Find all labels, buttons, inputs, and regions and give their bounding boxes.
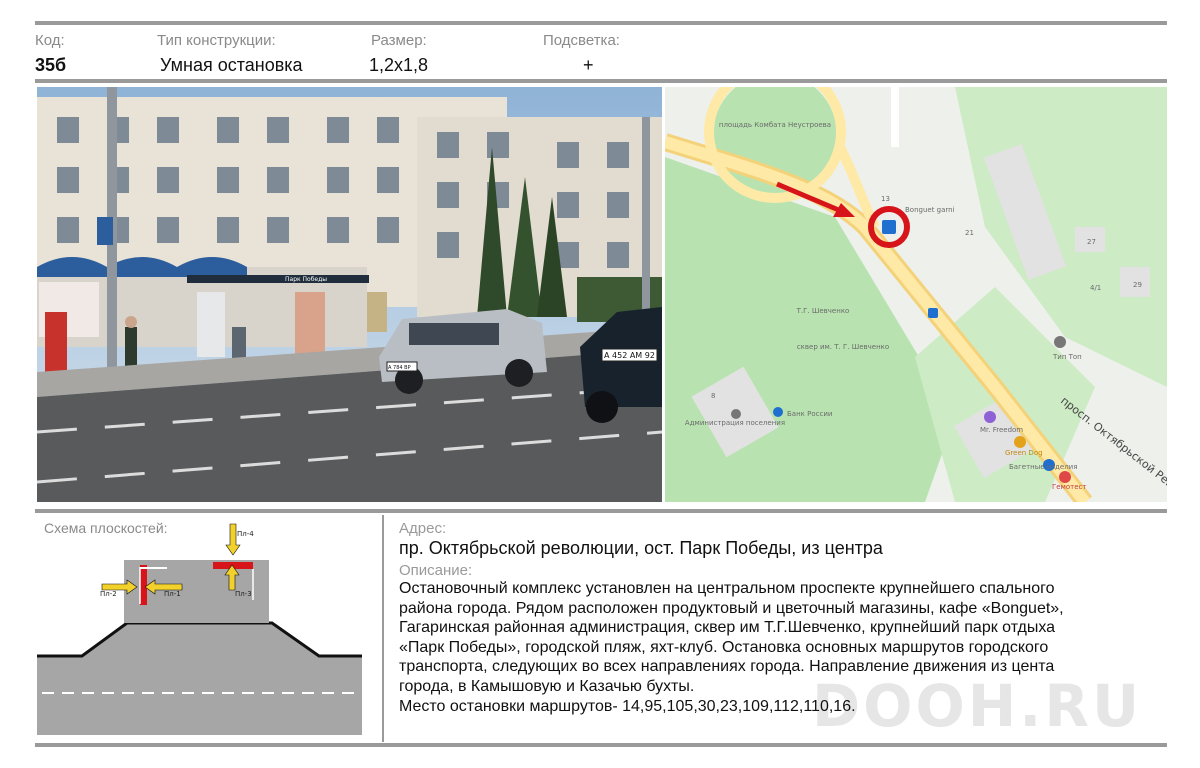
map-label-n8: 8 [711,392,715,400]
map-label-tiptop: Тип Топ [1052,353,1082,361]
type-label: Тип конструкции: [157,32,276,49]
map-label-n41: 4/1 [1090,284,1101,292]
map-label-n27: 27 [1087,238,1096,246]
map-label-freedom: Mr. Freedom [980,426,1023,434]
map-label-n21: 21 [965,229,974,237]
size-value: 1,2х1,8 [369,55,429,75]
bus-stop-sign: Парк Победы [285,276,327,283]
light-value: + [583,55,594,75]
map-label-shevchenko: Т.Г. Шевченко [796,307,850,315]
description-line: транспорта, следующих во всех направлени… [399,658,1055,676]
map-label-park: сквер им. Т. Г. Шевченко [797,343,889,351]
map-label-bonguet: Bonguet garni [905,206,955,214]
map-label-n13: 13 [881,195,890,203]
scheme-title: Схема плоскостей: [44,520,168,536]
description-line: города, в Камышовую и Казачью бухты. [399,677,695,695]
car-plate-right: А 452 АМ 92 [604,351,655,360]
plane-3-label: Пл-3 [235,590,252,598]
light-label: Подсветка: [543,32,620,49]
top-border [35,21,1167,25]
plane-2-label: Пл-2 [100,590,117,598]
description-line: Место остановки маршрутов- 14,95,105,30,… [399,697,856,715]
planes-scheme: Пл-1 Пл-2 Пл-3 Пл-4 [37,520,367,740]
code-value: 35б [35,55,67,75]
size-label: Размер: [371,32,427,49]
plane-1-label: Пл-1 [164,590,181,598]
code-label: Код: [35,32,65,49]
location-map: площадь Комбата Неустроева Т.Г. Шевченко… [665,87,1167,502]
vertical-divider [382,515,384,742]
description-line: Остановочный комплекс установлен на цент… [399,580,1055,597]
map-label-bank: Банк России [787,410,832,418]
bottom-border [35,743,1167,747]
car-plate-left: А 784 ВР [388,365,411,371]
planes-scheme-diagram: Пл-1 Пл-2 Пл-3 Пл-4 [37,523,362,735]
map-label-square: площадь Комбата Неустроева [719,121,831,129]
description-line: Гагаринская районная администрация, скве… [399,619,1056,637]
plane-4-label: Пл-4 [237,530,254,538]
map-label-bagel: Багетные изделия [1009,463,1077,471]
address-label: Адрес: [399,520,447,537]
map-label-greendog: Green Dog [1005,449,1043,457]
header-divider [35,79,1167,83]
street-photo-illustration: А 452 АМ 92 А 784 ВР Парк Победы [37,87,662,502]
map-label-admin: Администрация поселения [685,419,785,427]
type-value: Умная остановка [160,55,303,75]
middle-divider [35,509,1167,513]
map-label-gemotest: Гемотест [1052,483,1086,491]
description-line: района города. Рядом расположен продукто… [399,599,1064,617]
street-photo: А 452 АМ 92 А 784 ВР Парк Победы [37,87,662,502]
description-label: Описание: [399,562,473,579]
map-illustration: площадь Комбата Неустроева Т.Г. Шевченко… [665,87,1167,502]
description-text: Остановочный комплекс установлен на цент… [399,579,1164,716]
description-line: «Парк Победы», городской пляж, яхт-клуб.… [399,638,1049,656]
map-label-n29: 29 [1133,281,1142,289]
address-value: пр. Октябрьской революции, ост. Парк Поб… [399,538,883,558]
